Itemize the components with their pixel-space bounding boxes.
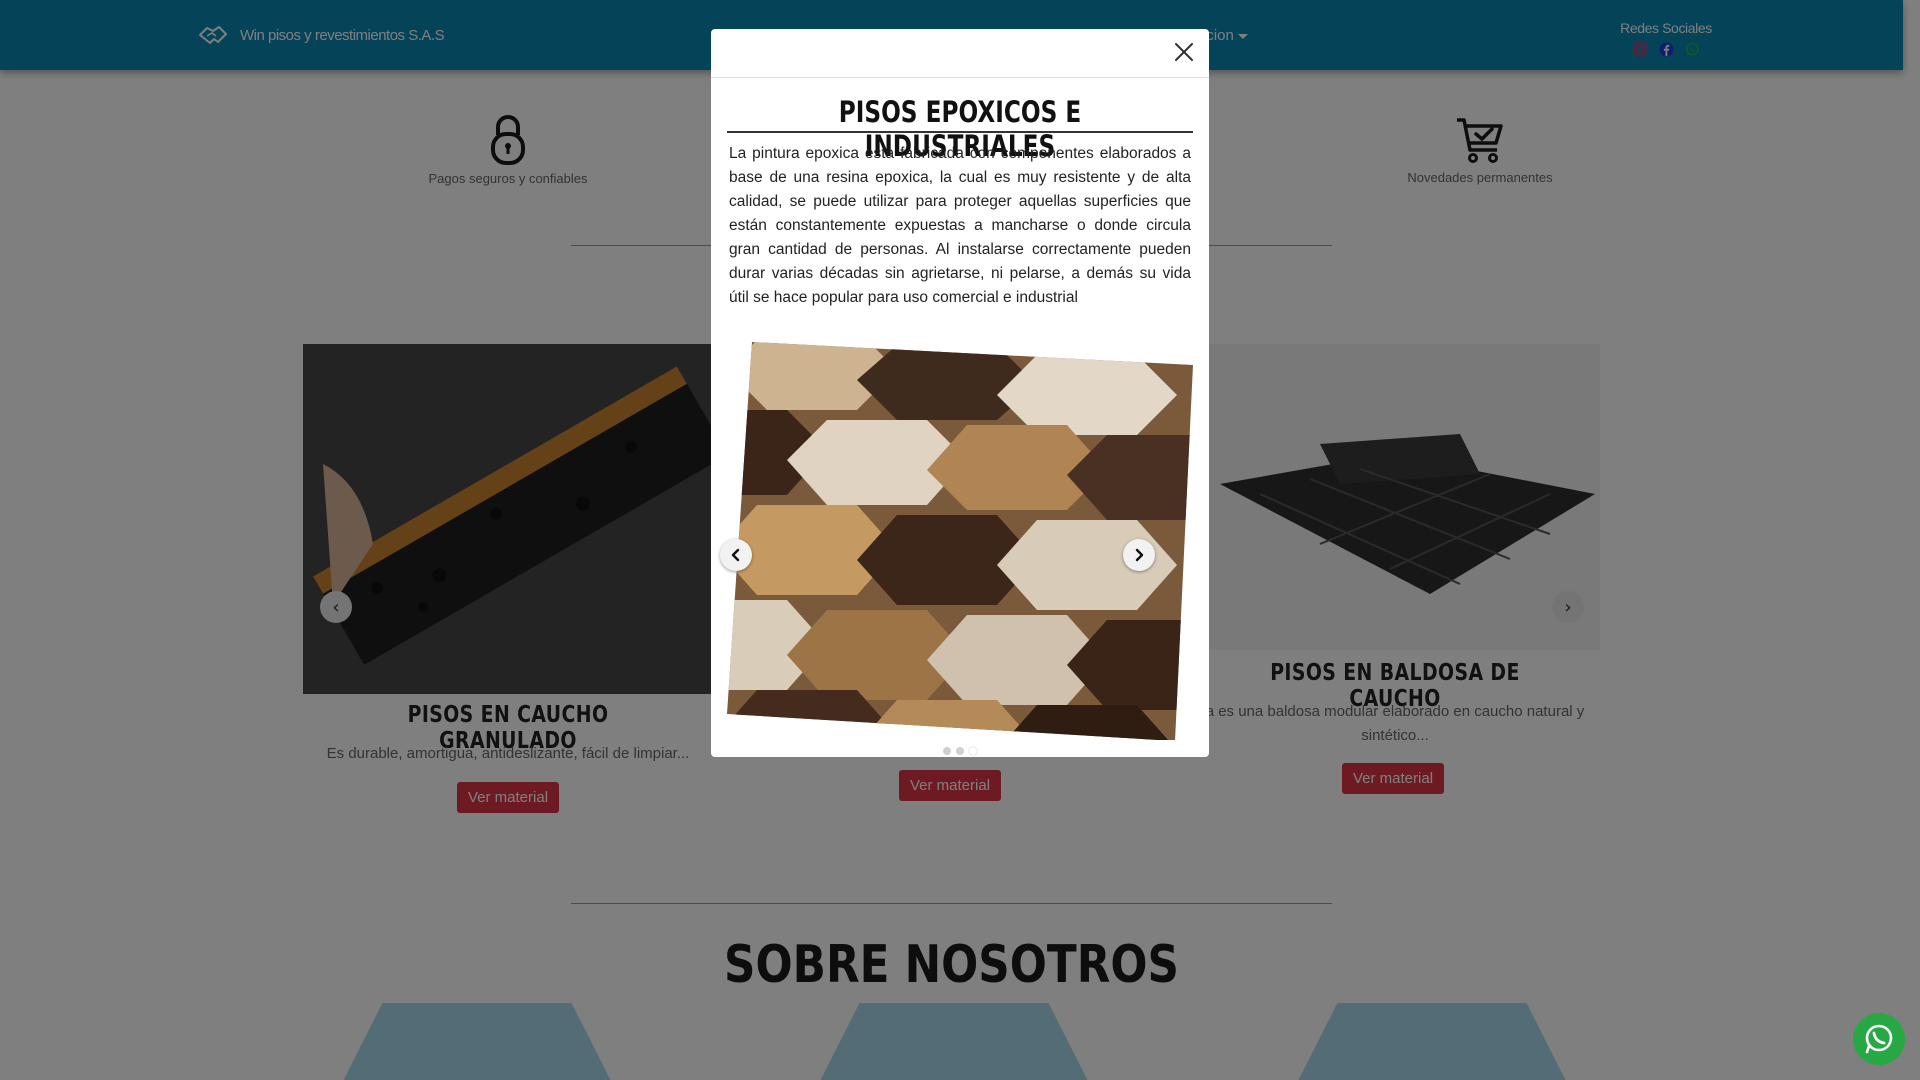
- carousel-indicator[interactable]: [943, 747, 951, 755]
- close-icon[interactable]: [1173, 41, 1195, 63]
- carousel-indicators: [943, 747, 977, 755]
- whatsapp-icon: [1865, 1024, 1893, 1054]
- modal-carousel-prev-button[interactable]: [720, 539, 752, 571]
- chevron-right-icon: [1135, 548, 1144, 562]
- epoxy-floor-image: [727, 342, 1193, 740]
- chevron-left-icon: [731, 548, 740, 562]
- modal-carousel-next-button[interactable]: [1123, 539, 1155, 571]
- product-modal: PISOS EPOXICOS E INDUSTRIALES La pintura…: [711, 29, 1209, 757]
- carousel-indicator[interactable]: [956, 747, 964, 755]
- whatsapp-float-button[interactable]: [1853, 1013, 1905, 1065]
- modal-header: [711, 29, 1209, 78]
- modal-image-carousel: [720, 310, 1193, 755]
- carousel-indicator-active[interactable]: [969, 747, 977, 755]
- modal-description: La pintura epoxica esta fabricada con co…: [729, 145, 1191, 306]
